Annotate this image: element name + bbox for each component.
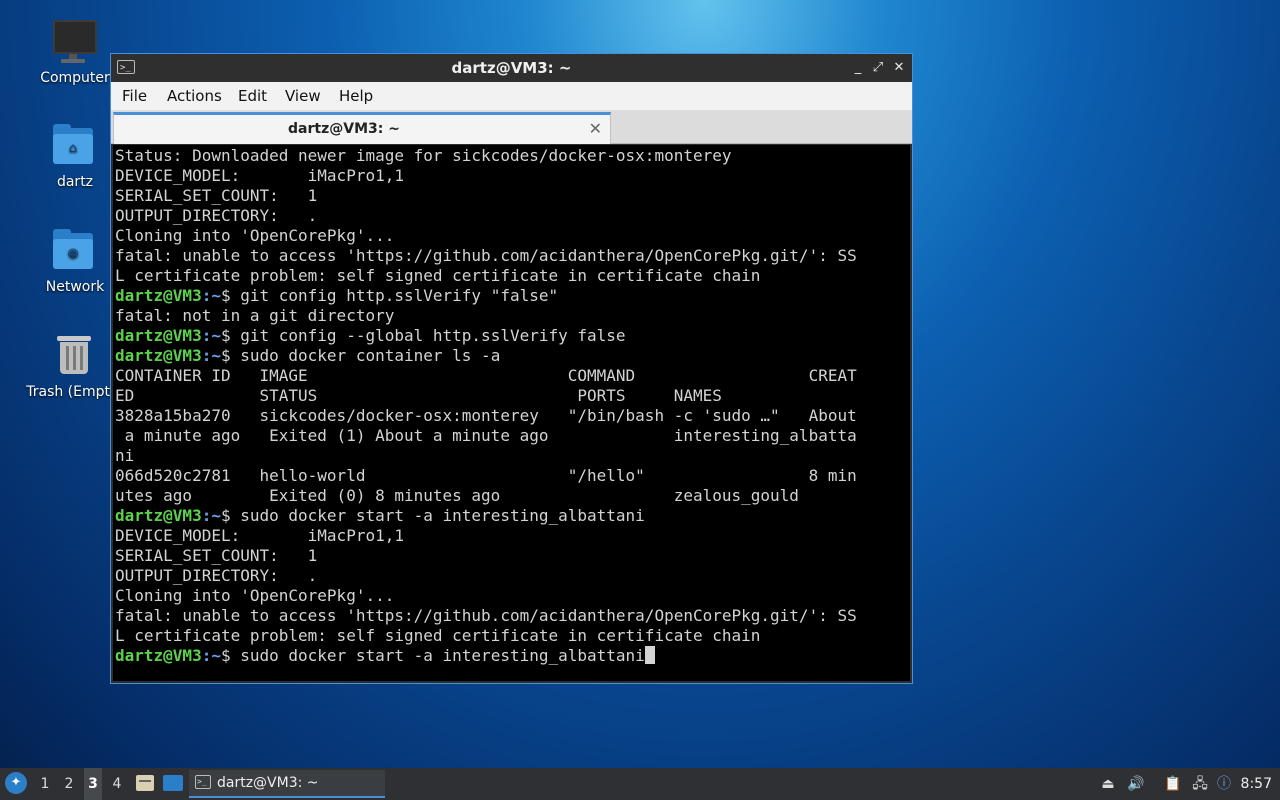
window-title: dartz@VM3: ~ <box>451 59 572 77</box>
menu-bar: File Actions Edit View Help <box>111 82 912 110</box>
prompt-path: :~ <box>201 646 221 665</box>
terminal-line: ED STATUS PORTS NAMES <box>115 386 722 405</box>
prompt-symbol: $ <box>220 286 241 305</box>
terminal-line: SERIAL_SET_COUNT: 1 <box>115 186 318 205</box>
file-manager-icon[interactable] <box>136 775 154 791</box>
terminal-line: fatal: unable to access 'https://github.… <box>115 606 857 625</box>
terminal-line: utes ago Exited (0) 8 minutes ago zealou… <box>115 486 799 505</box>
terminal-line: dartz@VM3:~$ sudo docker start -a intere… <box>115 646 857 666</box>
command-text: git config --global http.sslVerify false <box>240 326 626 345</box>
menu-view[interactable]: View <box>285 82 321 110</box>
prompt-path: :~ <box>201 506 221 525</box>
terminal-line: SERIAL_SET_COUNT: 1 <box>115 546 318 565</box>
prompt-path: :~ <box>201 326 221 345</box>
terminal-line: CONTAINER ID IMAGE COMMAND CREAT <box>115 366 857 385</box>
terminal-line: fatal: not in a git directory <box>115 306 395 325</box>
volume-icon[interactable]: 🔊 <box>1126 774 1146 794</box>
terminal-line: DEVICE_MODEL: iMacPro1,1 <box>115 166 404 185</box>
command-text: sudo docker container ls -a <box>240 346 501 365</box>
close-button[interactable]: ✕ <box>890 58 908 78</box>
terminal-line: dartz@VM3:~$ git config http.sslVerify "… <box>115 286 857 306</box>
trash-icon <box>51 332 99 380</box>
prompt-user: dartz@VM3 <box>115 286 202 305</box>
computer-icon <box>51 18 99 66</box>
home-folder-icon: ⌂ <box>51 122 99 170</box>
tab-bar: dartz@VM3: ~ ✕ <box>111 110 912 144</box>
terminal-line: Cloning into 'OpenCorePkg'... <box>115 226 395 245</box>
terminal-task-icon: >_ <box>195 775 211 789</box>
app-menu-icon[interactable]: ✦ <box>5 772 27 794</box>
terminal-output[interactable]: Status: Downloaded newer image for sickc… <box>113 145 910 681</box>
taskbar: ✦ 1 2 3 4 >_ dartz@VM3: ~ ⏏ 🔊 📋 🖧 ⓘ 8:57 <box>0 768 1280 800</box>
workspace-3[interactable]: 3 <box>84 768 102 800</box>
text-cursor <box>644 646 655 664</box>
terminal-line: dartz@VM3:~$ sudo docker container ls -a <box>115 346 857 366</box>
menu-edit[interactable]: Edit <box>238 82 267 110</box>
workspace-4[interactable]: 4 <box>108 768 126 800</box>
terminal-line: L certificate problem: self signed certi… <box>115 626 761 645</box>
prompt-path: :~ <box>201 346 221 365</box>
command-text: git config http.sslVerify "false" <box>240 286 559 305</box>
terminal-line: a minute ago Exited (1) About a minute a… <box>115 426 857 445</box>
task-label: dartz@VM3: ~ <box>217 775 319 791</box>
terminal-line: DEVICE_MODEL: iMacPro1,1 <box>115 526 404 545</box>
window-titlebar[interactable]: >_ dartz@VM3: ~ _ ⤢ ✕ <box>111 54 912 82</box>
terminal-line: OUTPUT_DIRECTORY: . <box>115 206 318 225</box>
prompt-symbol: $ <box>220 346 241 365</box>
terminal-line: 3828a15ba270 sickcodes/docker-osx:monter… <box>115 406 857 425</box>
terminal-line: L certificate problem: self signed certi… <box>115 266 761 285</box>
terminal-line: dartz@VM3:~$ git config --global http.ss… <box>115 326 857 346</box>
prompt-path: :~ <box>201 286 221 305</box>
menu-actions[interactable]: Actions <box>167 82 222 110</box>
prompt-user: dartz@VM3 <box>115 506 202 525</box>
eject-icon[interactable]: ⏏ <box>1098 774 1118 794</box>
command-text: sudo docker start -a interesting_albatta… <box>240 506 645 525</box>
terminal-line: 066d520c2781 hello-world "/hello" 8 min <box>115 466 857 485</box>
terminal-window[interactable]: >_ dartz@VM3: ~ _ ⤢ ✕ File Actions Edit … <box>110 53 913 684</box>
menu-help[interactable]: Help <box>339 82 373 110</box>
terminal-line: OUTPUT_DIRECTORY: . <box>115 566 318 585</box>
prompt-user: dartz@VM3 <box>115 326 202 345</box>
workspace-2[interactable]: 2 <box>60 768 78 800</box>
prompt-symbol: $ <box>220 506 241 525</box>
tab-close-icon[interactable]: ✕ <box>589 115 602 144</box>
workspace-1[interactable]: 1 <box>36 768 54 800</box>
clipboard-icon[interactable]: 📋 <box>1163 774 1183 794</box>
maximize-button[interactable]: ⤢ <box>869 58 887 78</box>
prompt-user: dartz@VM3 <box>115 346 202 365</box>
command-text: sudo docker start -a interesting_albatta… <box>240 646 645 665</box>
terminal-line: Status: Downloaded newer image for sickc… <box>115 146 732 165</box>
minimize-button[interactable]: _ <box>849 58 867 78</box>
tab-label: dartz@VM3: ~ <box>288 121 400 137</box>
clock[interactable]: 8:57 <box>1241 768 1272 800</box>
terminal-line: Cloning into 'OpenCorePkg'... <box>115 586 395 605</box>
network-folder-icon: ◉ <box>51 227 99 275</box>
tab-terminal[interactable]: dartz@VM3: ~ ✕ <box>113 112 611 144</box>
terminal-line: ni <box>115 446 135 465</box>
terminal-line: dartz@VM3:~$ sudo docker start -a intere… <box>115 506 857 526</box>
terminal-line: fatal: unable to access 'https://github.… <box>115 246 857 265</box>
network-status-icon[interactable]: 🖧 <box>1190 774 1210 794</box>
show-desktop-icon[interactable] <box>163 775 183 791</box>
prompt-symbol: $ <box>220 646 241 665</box>
menu-file[interactable]: File <box>122 82 147 110</box>
prompt-user: dartz@VM3 <box>115 646 202 665</box>
taskbar-terminal-task[interactable]: >_ dartz@VM3: ~ <box>189 770 385 798</box>
notification-icon[interactable]: ⓘ <box>1214 774 1234 794</box>
terminal-lines: Status: Downloaded newer image for sickc… <box>115 146 857 666</box>
prompt-symbol: $ <box>220 326 241 345</box>
